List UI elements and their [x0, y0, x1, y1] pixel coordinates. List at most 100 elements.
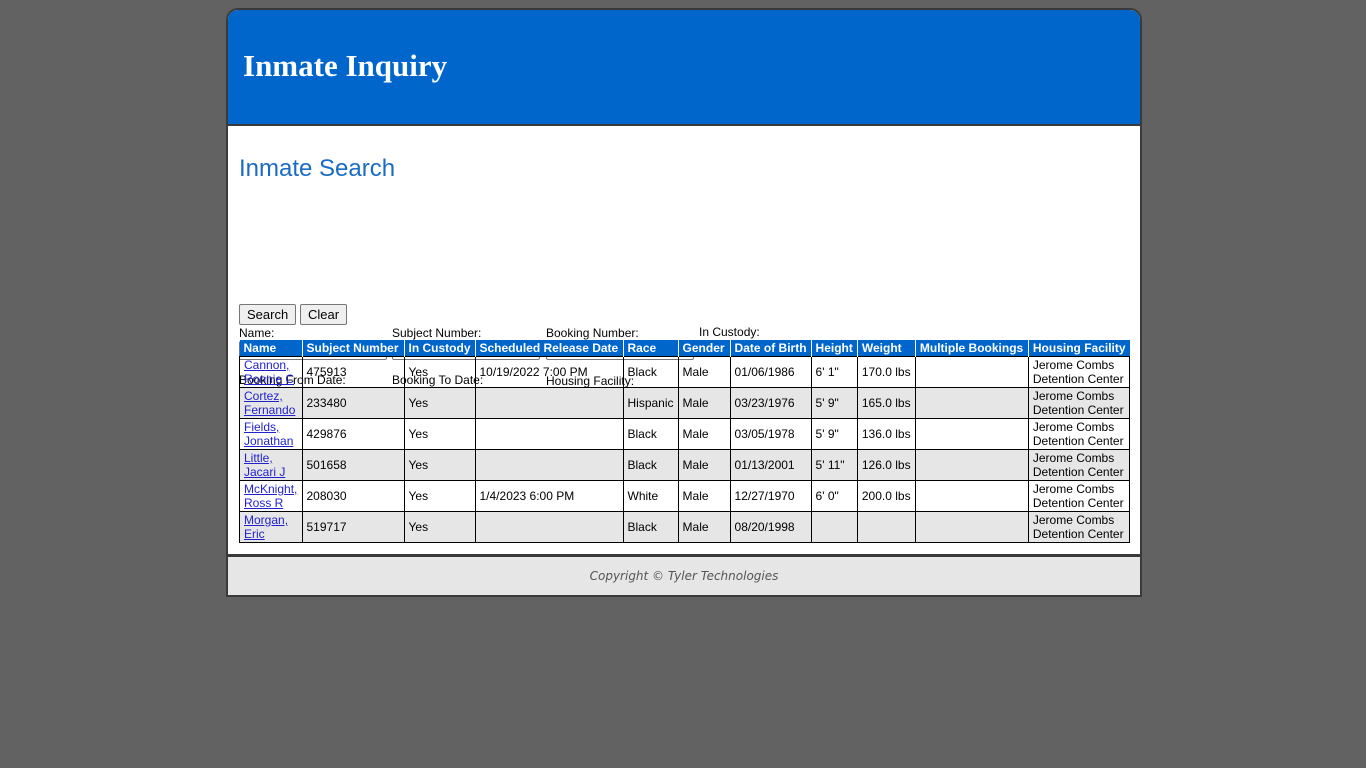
cell-in-custody: Yes: [403, 480, 476, 512]
facility-line-2: Detention Center: [1032, 372, 1124, 386]
cell-subject-number: 429876: [301, 418, 405, 450]
facility-line-2: Detention Center: [1032, 403, 1124, 417]
facility-line-2: Detention Center: [1032, 465, 1124, 479]
name-last: Cannon,: [244, 358, 290, 372]
cell-subject-number: 501658: [301, 449, 405, 481]
cell-name: Little, Jacari J: [239, 449, 303, 481]
column-header-gender[interactable]: Gender: [677, 340, 731, 357]
cell-in-custody: Yes: [403, 418, 476, 450]
cell-scheduled-release: [474, 449, 624, 481]
column-header-height[interactable]: Height: [810, 340, 858, 357]
cell-race: Black: [622, 511, 679, 543]
facility-line-1: Jerome Combs: [1032, 451, 1115, 465]
table-row: Cortez, Fernando 233480 Yes Hispanic Male 03/2…: [239, 387, 1131, 419]
name-last: Fields,: [244, 420, 280, 434]
column-header-housing-facility[interactable]: Housing Facility: [1027, 340, 1130, 357]
name-first: Ronnie C: [244, 372, 295, 386]
name-last: Little,: [244, 451, 273, 465]
cell-weight: [856, 511, 916, 543]
inmate-name-link[interactable]: Cannon, Ronnie C: [244, 358, 294, 386]
inmate-name-link[interactable]: Little, Jacari J: [244, 451, 285, 479]
column-header-multiple-bookings[interactable]: Multiple Bookings: [914, 340, 1029, 357]
facility-line-1: Jerome Combs: [1032, 358, 1115, 372]
cell-date-of-birth: 01/06/1986: [729, 356, 812, 388]
inmate-name-link[interactable]: Fields, Jonathan: [244, 420, 293, 448]
cell-height: 5' 11": [810, 449, 858, 481]
facility-line-2: Detention Center: [1032, 527, 1124, 541]
copyright-text: Copyright © Tyler Technologies: [589, 569, 779, 583]
cell-weight: 136.0 lbs: [856, 418, 916, 450]
name-first: Fernando: [244, 403, 296, 417]
footer: Copyright © Tyler Technologies: [228, 557, 1140, 595]
name-first: Jacari J: [244, 465, 286, 479]
cell-gender: Male: [677, 387, 731, 419]
cell-name: Fields, Jonathan: [239, 418, 303, 450]
cell-gender: Male: [677, 449, 731, 481]
main-content: Inmate Search Name: Subject Number: Book…: [228, 126, 1140, 557]
cell-housing-facility: Jerome Combs Detention Center: [1027, 511, 1131, 543]
inmate-name-link[interactable]: McKnight, Ross R: [244, 482, 297, 510]
app-frame: Inmate Inquiry Inmate Search Name: Subje…: [226, 8, 1142, 597]
app-title: Inmate Inquiry: [243, 48, 448, 83]
cell-gender: Male: [677, 356, 731, 388]
cell-race: White: [622, 480, 679, 512]
name-first: Ross R: [244, 496, 284, 510]
name-first: Eric: [244, 527, 265, 541]
table-row: McKnight, Ross R 208030 Yes 1/4/2023 6:00 PM…: [239, 480, 1131, 512]
cell-housing-facility: Jerome Combs Detention Center: [1027, 387, 1131, 419]
in-custody-label: In Custody:: [699, 325, 760, 339]
facility-line-2: Detention Center: [1032, 496, 1124, 510]
cell-gender: Male: [677, 480, 731, 512]
booking-number-label: Booking Number:: [546, 326, 639, 340]
cell-subject-number: 519717: [301, 511, 405, 543]
table-header-row: Name Subject Number In Custody Scheduled…: [239, 340, 1130, 357]
cell-name: Morgan, Eric: [239, 511, 303, 543]
inmate-name-link[interactable]: Morgan, Eric: [244, 513, 288, 541]
cell-subject-number: 233480: [301, 387, 405, 419]
cell-multiple-bookings: [914, 418, 1029, 450]
cell-in-custody: Yes: [403, 511, 476, 543]
facility-line-1: Jerome Combs: [1032, 482, 1115, 496]
cell-gender: Male: [677, 511, 731, 543]
cell-height: 6' 1": [810, 356, 858, 388]
column-header-in-custody[interactable]: In Custody: [403, 340, 475, 357]
column-header-weight[interactable]: Weight: [856, 340, 916, 357]
name-last: McKnight,: [244, 482, 298, 496]
cell-scheduled-release: 10/19/2022 7:00 PM: [474, 356, 624, 388]
table-row: Cannon, Ronnie C 475913 Yes 10/19/2022 7:00 …: [239, 356, 1131, 388]
cell-scheduled-release: 1/4/2023 6:00 PM: [474, 480, 624, 512]
results-table: Name Subject Number In Custody Scheduled…: [239, 340, 1131, 543]
facility-line-1: Jerome Combs: [1032, 513, 1115, 527]
inmate-name-link[interactable]: Cortez, Fernando: [244, 389, 295, 417]
cell-date-of-birth: 03/05/1978: [729, 418, 812, 450]
facility-line-2: Detention Center: [1032, 434, 1124, 448]
cell-height: 5' 9": [810, 418, 858, 450]
cell-height: 6' 0": [810, 480, 858, 512]
clear-button[interactable]: Clear: [300, 304, 348, 325]
cell-name: Cortez, Fernando: [239, 387, 303, 419]
cell-date-of-birth: 03/23/1976: [729, 387, 812, 419]
cell-subject-number: 208030: [301, 480, 405, 512]
cell-weight: 170.0 lbs: [856, 356, 916, 388]
cell-housing-facility: Jerome Combs Detention Center: [1027, 356, 1131, 388]
column-header-scheduled-release[interactable]: Scheduled Release Date: [474, 340, 623, 357]
name-first: Jonathan: [244, 434, 294, 448]
column-header-date-of-birth[interactable]: Date of Birth: [729, 340, 812, 357]
column-header-race[interactable]: Race: [622, 340, 679, 357]
name-last: Cortez,: [244, 389, 283, 403]
column-header-name[interactable]: Name: [239, 340, 302, 357]
cell-multiple-bookings: [914, 511, 1029, 543]
column-header-subject-number[interactable]: Subject Number: [301, 340, 404, 357]
cell-housing-facility: Jerome Combs Detention Center: [1027, 449, 1131, 481]
search-button[interactable]: Search: [239, 304, 297, 325]
cell-gender: Male: [677, 418, 731, 450]
cell-date-of-birth: 01/13/2001: [729, 449, 812, 481]
cell-in-custody: Yes: [403, 449, 476, 481]
name-last: Morgan,: [244, 513, 289, 527]
cell-scheduled-release: [474, 511, 624, 543]
page-header: Inmate Inquiry: [228, 10, 1140, 126]
cell-in-custody: Yes: [403, 356, 476, 388]
table-row: Morgan, Eric 519717 Yes Black Male 08/20/1998 J…: [239, 511, 1131, 543]
facility-line-1: Jerome Combs: [1032, 420, 1115, 434]
cell-race: Hispanic: [622, 387, 679, 419]
